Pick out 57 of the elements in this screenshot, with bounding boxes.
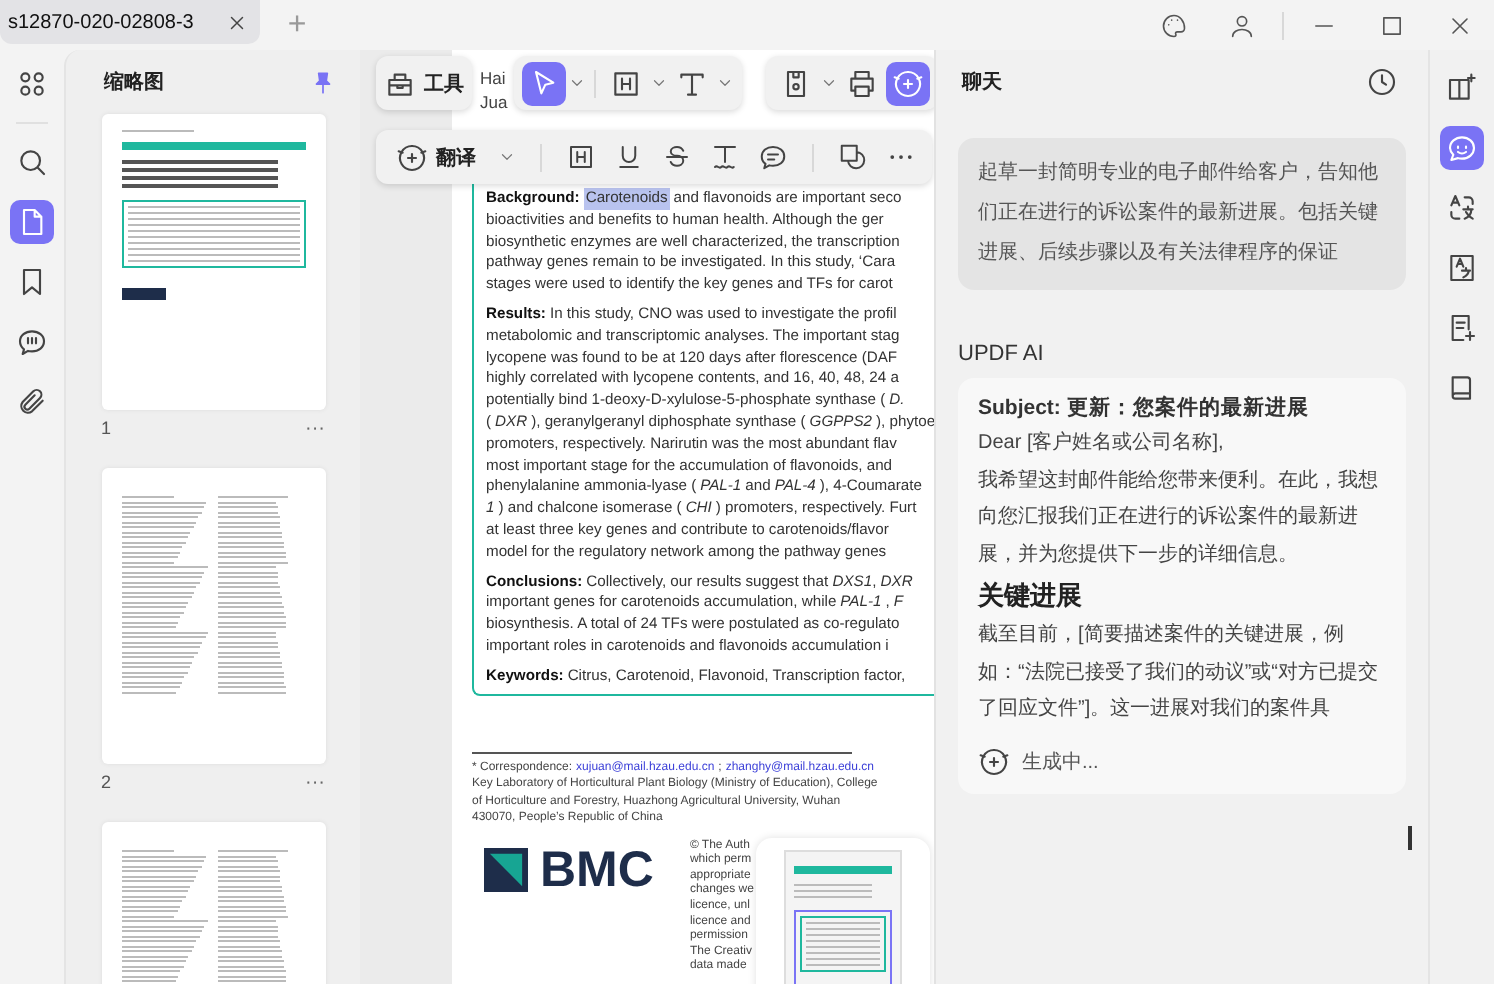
cursor-tool-button[interactable] (522, 61, 566, 105)
page-button[interactable] (10, 200, 54, 244)
clock-icon[interactable] (1366, 66, 1398, 98)
translate-icon (1446, 252, 1478, 284)
page-number: 1 (101, 418, 112, 440)
caret-icon[interactable] (716, 74, 734, 92)
panel-title: 缩略图 (104, 69, 164, 96)
status-text: 生成中... (1022, 749, 1099, 775)
more-button[interactable]: ··· (305, 418, 325, 440)
pin-icon[interactable] (310, 69, 336, 95)
assistant-tool-button[interactable] (886, 61, 930, 105)
close-icon[interactable] (225, 11, 248, 33)
user-icon[interactable] (1228, 11, 1256, 39)
document-sparkle-icon (1446, 312, 1478, 344)
page-thumbnail[interactable] (101, 468, 325, 764)
open-book-icon (1446, 72, 1478, 104)
text-box-icon[interactable] (566, 142, 596, 172)
squiggly-underline-icon[interactable] (710, 142, 740, 172)
author-text: Hai (480, 66, 506, 90)
underline-icon[interactable] (614, 142, 644, 172)
reply-paragraph: 我希望这封邮件能给您带来便利。在此，我想向您汇报我们正在进行的诉讼案件的最新进展，并为您提供下一步的详细信息。 (978, 467, 1380, 569)
email-subject: Subject: 更新：您案件的最新进展 (978, 393, 1311, 424)
logo-text: BMC (540, 839, 656, 900)
shapes-icon[interactable] (838, 142, 868, 172)
translate-button[interactable]: 翻译 (436, 143, 476, 171)
printer-icon (846, 67, 878, 99)
maximize-icon[interactable] (1378, 11, 1406, 39)
panel-title: 聊天 (962, 69, 1002, 96)
chat-bubble-button[interactable] (1440, 126, 1484, 170)
author-text: Jua (480, 90, 508, 114)
reply-paragraph: Dear [客户姓名或公司名称], (978, 429, 1226, 458)
more-button[interactable]: ··· (305, 772, 325, 794)
assistant-icon[interactable] (396, 141, 428, 173)
grid-icon (16, 68, 48, 100)
translate-icon (1446, 192, 1478, 224)
speech-bubble-icon (16, 326, 48, 358)
comment-icon[interactable] (758, 142, 788, 172)
reply-paragraph: 截至目前，[简要描述案件的关键进展，例如：“法院已接受了我们的动议”或“对方已提交了回应文件”]。这一进展对我们的案件具 (978, 621, 1380, 724)
strikethrough-icon[interactable] (662, 142, 692, 172)
caret-icon[interactable] (498, 148, 516, 166)
page-thumbnail[interactable] (101, 114, 325, 410)
chat-bubble-icon (1446, 132, 1478, 164)
caret-icon[interactable] (650, 74, 668, 92)
logo-icon (484, 847, 528, 892)
search-icon (16, 146, 48, 178)
palette-icon[interactable] (1160, 11, 1188, 39)
text-box-icon (610, 67, 642, 99)
user-message: 起草一封简明专业的电子邮件给客户，告知他们正在进行的诉讼案件的最新进展。包括关键进展、后续步骤以及有关法律程序的保证 (958, 138, 1406, 290)
document-tab[interactable]: s12870-020-02808-3 (0, 0, 260, 44)
caret-icon[interactable] (820, 74, 838, 92)
reply-heading: 关键进展 (978, 578, 1084, 614)
assistant-icon (892, 67, 924, 99)
assistant-name: UPDF AI (958, 342, 1046, 366)
page-number: 2 (101, 772, 112, 794)
paperclip-icon (16, 386, 48, 418)
loading-icon (978, 745, 1010, 777)
caret-icon[interactable] (568, 74, 586, 92)
